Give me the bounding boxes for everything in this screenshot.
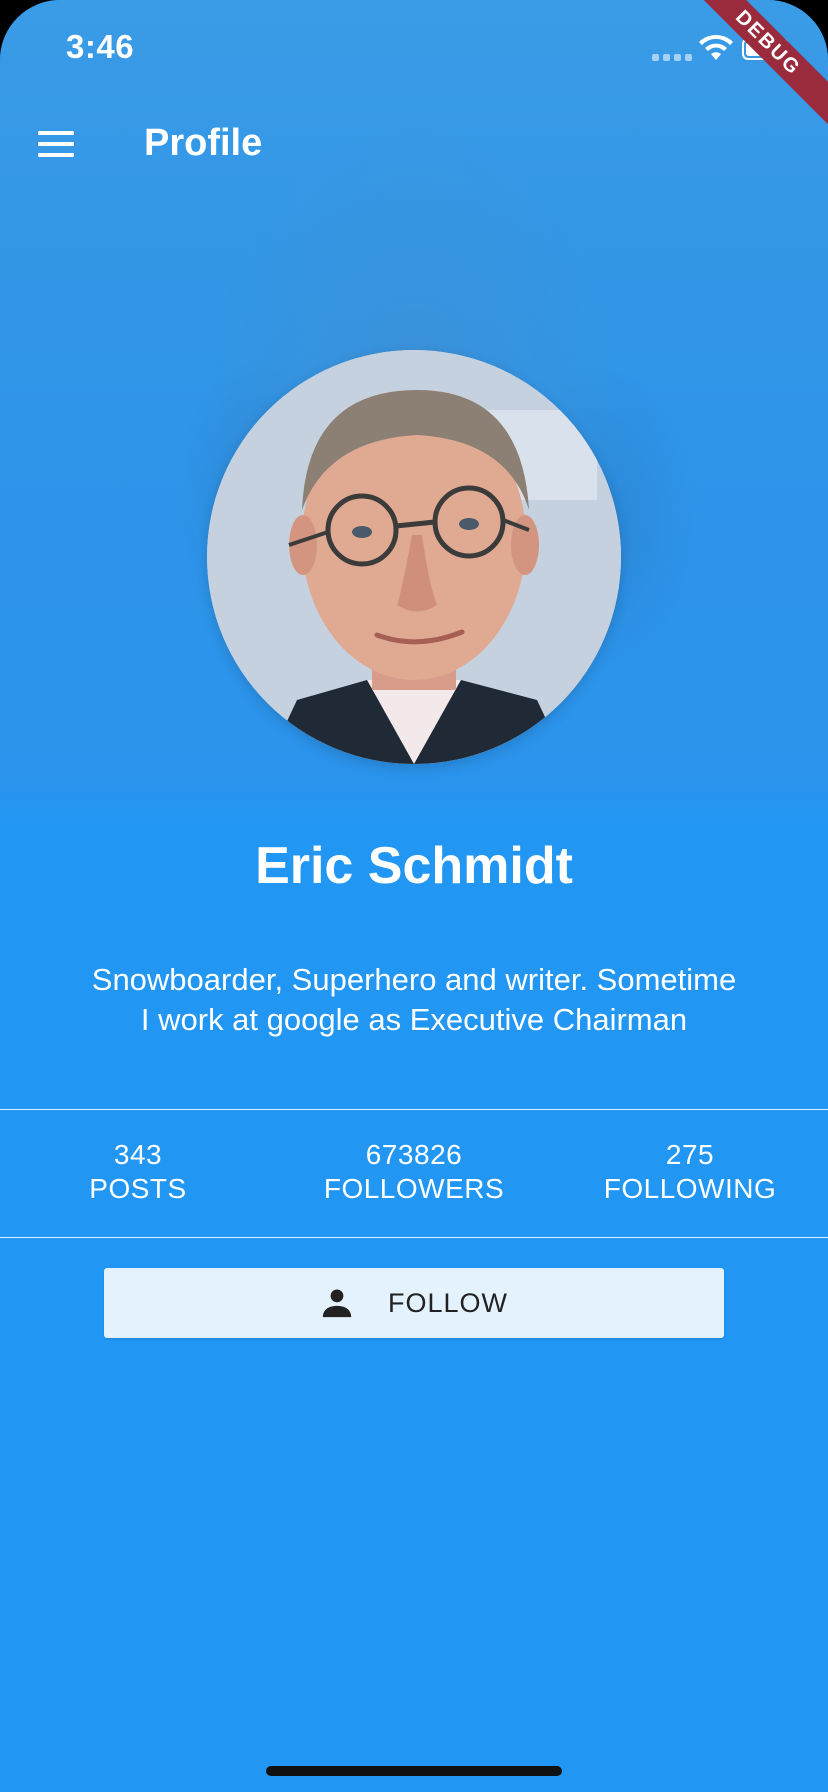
status-time: 3:46: [66, 28, 135, 65]
stat-following[interactable]: 275 FOLLOWING: [552, 1138, 828, 1206]
stat-label: POSTS: [89, 1173, 187, 1204]
page-title: Profile: [144, 122, 263, 164]
profile-bio: Snowboarder, Superhero and writer. Somet…: [91, 962, 737, 1037]
stats-row: 343 POSTS 673826 FOLLOWERS 275 FOLLOWING: [0, 1138, 828, 1206]
profile-name: Eric Schmidt: [255, 837, 573, 895]
avatar: [207, 350, 621, 764]
menu-button[interactable]: [22, 112, 90, 176]
profile-screen: 3:46 DEBUG Profile Eric Schmidt Snowboar…: [0, 0, 828, 1792]
person-icon: [322, 1289, 352, 1318]
stat-label: FOLLOWERS: [323, 1173, 505, 1204]
stat-followers[interactable]: 673826 FOLLOWERS: [276, 1138, 552, 1206]
follow-button[interactable]: FOLLOW: [104, 1268, 724, 1338]
hamburger-menu-icon: [38, 131, 74, 157]
home-indicator[interactable]: [266, 1766, 562, 1776]
wifi-icon: [699, 34, 733, 60]
stat-label: FOLLOWING: [603, 1173, 777, 1204]
follow-button-label: FOLLOW: [387, 1287, 508, 1318]
divider-top: [0, 1109, 828, 1110]
stat-value: 275: [665, 1139, 715, 1170]
stat-posts[interactable]: 343 POSTS: [0, 1138, 276, 1206]
stat-value: 343: [113, 1139, 163, 1170]
cellular-signal-icon: [652, 54, 692, 61]
divider-bottom: [0, 1237, 828, 1238]
stat-value: 673826: [365, 1139, 463, 1170]
avatar-photo: [207, 350, 621, 764]
